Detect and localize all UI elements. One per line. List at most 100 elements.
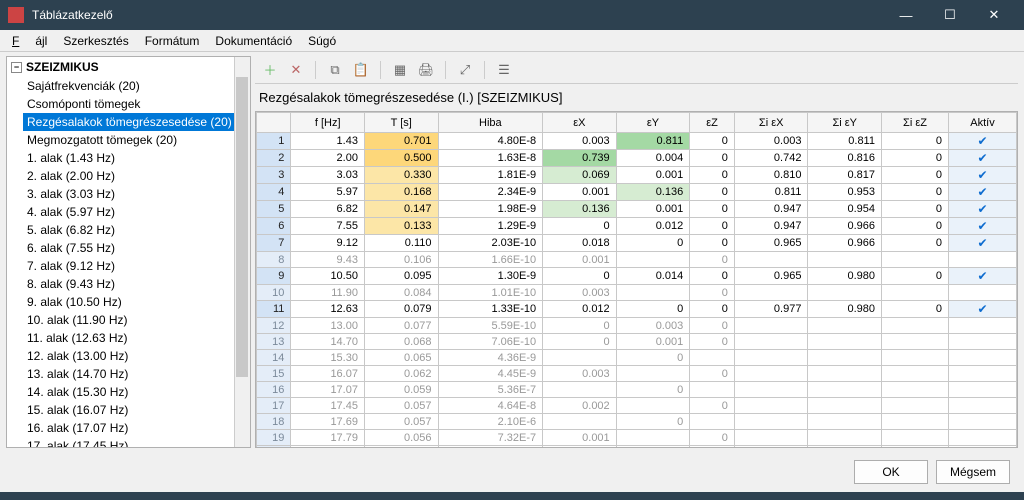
tree-item[interactable]: 8. alak (9.43 Hz) (23, 275, 250, 293)
active-check[interactable] (949, 366, 1017, 382)
tree-item[interactable]: 9. alak (10.50 Hz) (23, 293, 250, 311)
active-check[interactable]: ✔ (949, 268, 1017, 285)
tree-item[interactable]: 10. alak (11.90 Hz) (23, 311, 250, 329)
copy-button[interactable]: ⧉ (324, 59, 346, 81)
column-header[interactable]: T [s] (364, 113, 438, 133)
title-bar: Táblázatkezelő — ☐ ✕ (0, 0, 1024, 30)
add-button[interactable]: ＋ (259, 59, 281, 81)
column-header[interactable]: f [Hz] (291, 113, 365, 133)
active-check[interactable] (949, 382, 1017, 398)
menu-edit[interactable]: Szerkesztés (55, 31, 136, 51)
tree-item[interactable]: Megmozgatott tömegek (20) (23, 131, 250, 149)
delete-button[interactable]: ✕ (285, 59, 307, 81)
active-check[interactable] (949, 318, 1017, 334)
tree-item[interactable]: 12. alak (13.00 Hz) (23, 347, 250, 365)
table-row[interactable]: 910.500.0951.30E-900.01400.9650.9800✔ (257, 268, 1017, 285)
column-header[interactable]: εX (543, 113, 617, 133)
tree-root[interactable]: − SZEIZMIKUS (7, 57, 250, 77)
minimize-button[interactable]: — (884, 0, 928, 30)
column-header[interactable]: Σi εX (734, 113, 808, 133)
tree-item[interactable]: 2. alak (2.00 Hz) (23, 167, 250, 185)
menu-format[interactable]: Formátum (137, 31, 208, 51)
table-row[interactable]: 79.120.1102.03E-100.018000.9650.9660✔ (257, 235, 1017, 252)
data-grid[interactable]: f [Hz]T [s]HibaεXεYεZΣi εXΣi εYΣi εZAktí… (255, 111, 1018, 448)
active-check[interactable] (949, 252, 1017, 268)
active-check[interactable]: ✔ (949, 184, 1017, 201)
table-row[interactable]: 56.820.1471.98E-90.1360.00100.9470.9540✔ (257, 201, 1017, 218)
table-row[interactable]: 67.550.1331.29E-900.01200.9470.9660✔ (257, 218, 1017, 235)
active-check[interactable]: ✔ (949, 301, 1017, 318)
tree-item[interactable]: 16. alak (17.07 Hz) (23, 419, 250, 437)
app-icon (8, 7, 24, 23)
active-check[interactable]: ✔ (949, 150, 1017, 167)
tree-item[interactable]: 11. alak (12.63 Hz) (23, 329, 250, 347)
active-check[interactable]: ✔ (949, 218, 1017, 235)
separator (445, 61, 446, 79)
menu-doc[interactable]: Dokumentáció (207, 31, 300, 51)
tree-item[interactable]: Sajátfrekvenciák (20) (23, 77, 250, 95)
tree-item[interactable]: Csomóponti tömegek (23, 95, 250, 113)
scroll-thumb[interactable] (236, 77, 248, 377)
tree-item[interactable]: 7. alak (9.12 Hz) (23, 257, 250, 275)
table-row[interactable]: 89.430.1061.66E-100.0010 (257, 252, 1017, 268)
tree-item[interactable]: 14. alak (15.30 Hz) (23, 383, 250, 401)
ok-button[interactable]: OK (854, 460, 928, 484)
tree-item[interactable]: 15. alak (16.07 Hz) (23, 401, 250, 419)
table-row[interactable]: 1213.000.0775.59E-1000.0030 (257, 318, 1017, 334)
tree-item[interactable]: 3. alak (3.03 Hz) (23, 185, 250, 203)
active-check[interactable] (949, 414, 1017, 430)
active-check[interactable] (949, 398, 1017, 414)
fit-button[interactable]: ⤢ (454, 59, 476, 81)
tree-item[interactable]: Rezgésalakok tömegrészesedése (20) (23, 113, 250, 131)
table-row[interactable]: 1415.300.0654.36E-90 (257, 350, 1017, 366)
tree-item[interactable]: 17. alak (17.45 Hz) (23, 437, 250, 448)
close-button[interactable]: ✕ (972, 0, 1016, 30)
active-check[interactable] (949, 430, 1017, 446)
cancel-button[interactable]: Mégsem (936, 460, 1010, 484)
column-header[interactable]: εZ (690, 113, 735, 133)
collapse-icon[interactable]: − (11, 62, 22, 73)
table-row[interactable]: 1917.790.0567.32E-70.0010 (257, 430, 1017, 446)
tree-item[interactable]: 4. alak (5.97 Hz) (23, 203, 250, 221)
menu-bar: Fájl Szerkesztés Formátum Dokumentáció S… (0, 30, 1024, 52)
column-header[interactable]: Σi εY (808, 113, 882, 133)
tree-item[interactable]: 5. alak (6.82 Hz) (23, 221, 250, 239)
maximize-button[interactable]: ☐ (928, 0, 972, 30)
table-row[interactable]: 1314.700.0687.06E-1000.0010 (257, 334, 1017, 350)
active-check[interactable] (949, 446, 1017, 449)
tree-item[interactable]: 1. alak (1.43 Hz) (23, 149, 250, 167)
table-row[interactable]: 1617.070.0595.36E-70 (257, 382, 1017, 398)
active-check[interactable] (949, 285, 1017, 301)
table-row[interactable]: 45.970.1682.34E-90.0010.13600.8110.9530✔ (257, 184, 1017, 201)
table-row[interactable]: 1112.630.0791.33E-100.012000.9770.9800✔ (257, 301, 1017, 318)
settings-button[interactable]: ☰ (493, 59, 515, 81)
table-row[interactable]: 1817.690.0572.10E-60 (257, 414, 1017, 430)
column-header[interactable]: Hiba (438, 113, 543, 133)
tree-scrollbar[interactable] (234, 57, 250, 447)
active-check[interactable]: ✔ (949, 133, 1017, 150)
table-row[interactable]: 22.000.5001.63E-80.7390.00400.7420.8160✔ (257, 150, 1017, 167)
active-check[interactable]: ✔ (949, 167, 1017, 184)
table-row[interactable]: 1011.900.0841.01E-100.0030 (257, 285, 1017, 301)
columns-button[interactable]: ▦ (389, 59, 411, 81)
menu-file[interactable]: Fájl (4, 31, 55, 51)
column-header[interactable]: Aktív (949, 113, 1017, 133)
paste-button[interactable]: 📋 (350, 59, 372, 81)
menu-help[interactable]: Súgó (300, 31, 344, 51)
print-button[interactable]: 🖨 (415, 59, 437, 81)
table-row[interactable]: 11.430.7014.80E-80.0030.81100.0030.8110✔ (257, 133, 1017, 150)
tree-panel[interactable]: − SZEIZMIKUS Sajátfrekvenciák (20)Csomóp… (6, 56, 251, 448)
active-check[interactable]: ✔ (949, 235, 1017, 252)
column-header[interactable]: εY (616, 113, 690, 133)
table-row[interactable]: 33.030.3301.81E-90.0690.00100.8100.8170✔ (257, 167, 1017, 184)
column-header[interactable] (257, 113, 291, 133)
active-check[interactable] (949, 334, 1017, 350)
table-row[interactable]: 2018.210.0553.04E-60 (257, 446, 1017, 449)
column-header[interactable]: Σi εZ (881, 113, 948, 133)
tree-item[interactable]: 6. alak (7.55 Hz) (23, 239, 250, 257)
active-check[interactable]: ✔ (949, 201, 1017, 218)
active-check[interactable] (949, 350, 1017, 366)
table-row[interactable]: 1516.070.0624.45E-90.0030 (257, 366, 1017, 382)
table-row[interactable]: 1717.450.0574.64E-80.0020 (257, 398, 1017, 414)
tree-item[interactable]: 13. alak (14.70 Hz) (23, 365, 250, 383)
